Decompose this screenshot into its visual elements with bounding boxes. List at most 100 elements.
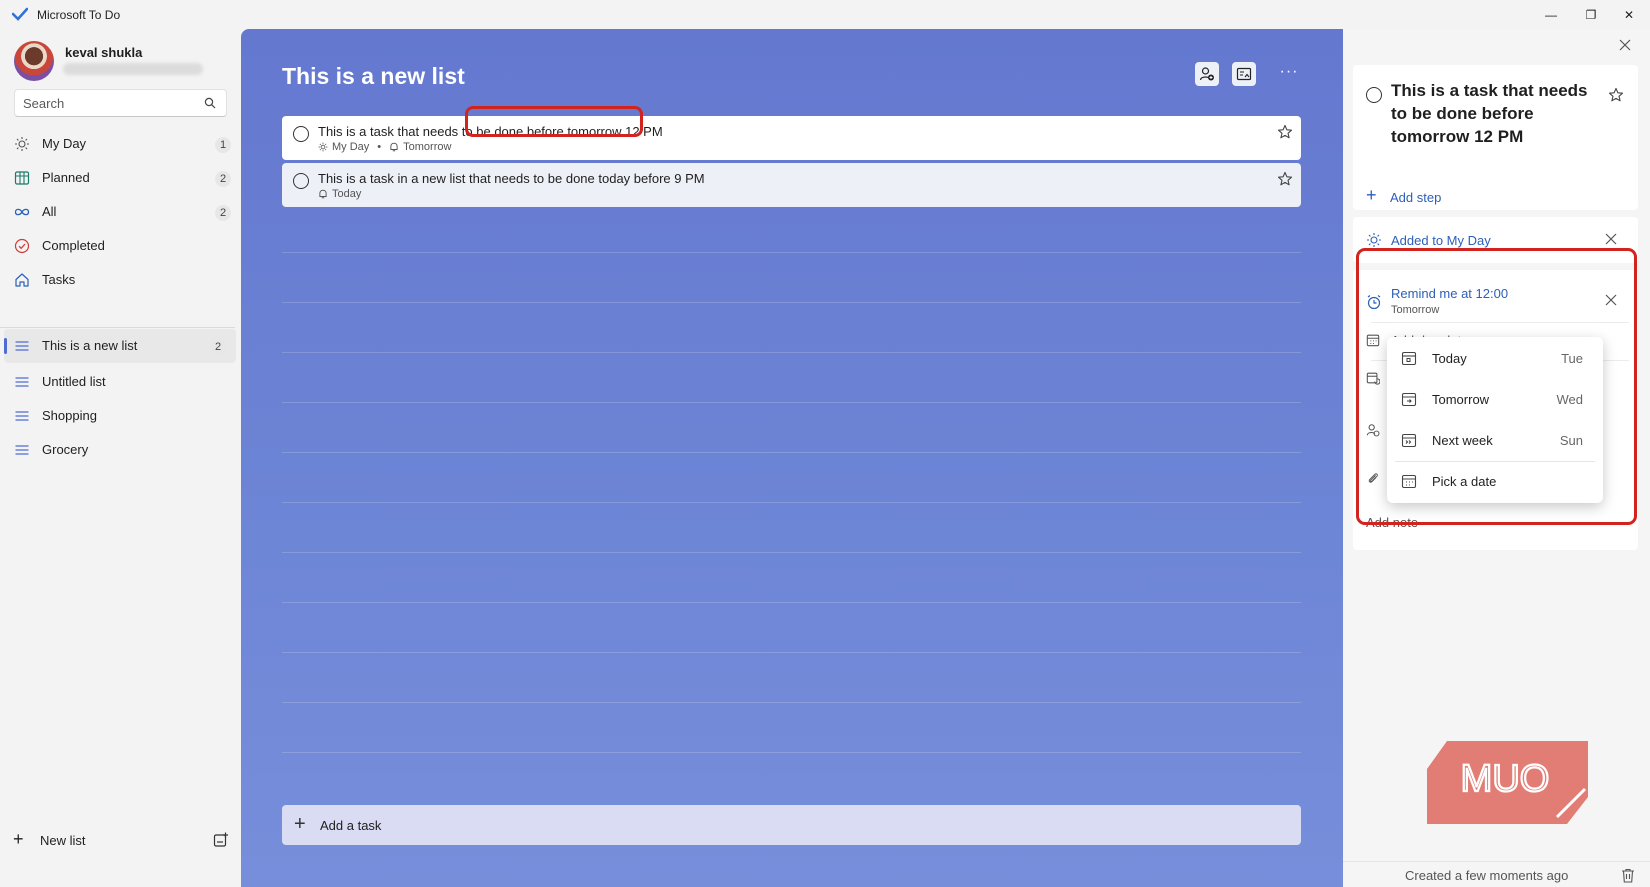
image-icon [1236, 67, 1252, 81]
due-option-day: Sun [1559, 433, 1583, 448]
close-window-button[interactable]: ✕ [1606, 0, 1650, 29]
task-item[interactable]: This is a task in a new list that needs … [282, 163, 1301, 207]
muo-watermark-logo: MUO [1427, 741, 1588, 824]
calendar-tomorrow-icon [1401, 392, 1417, 407]
due-option-label: Pick a date [1432, 474, 1497, 489]
task-item[interactable]: This is a task that needs to be done bef… [282, 116, 1301, 160]
row-separator [282, 402, 1301, 403]
complete-checkbox[interactable] [293, 126, 309, 142]
complete-checkbox[interactable] [293, 173, 309, 189]
sidebar-item-grocery[interactable]: Grocery [0, 433, 241, 467]
row-separator [282, 302, 1301, 303]
close-icon[interactable] [1619, 39, 1631, 51]
task-title-card: This is a task that needs to be done bef… [1353, 65, 1638, 210]
due-option-day: Tue [1561, 351, 1583, 366]
sidebar-item-label: Tasks [42, 272, 76, 287]
bell-icon [319, 189, 327, 199]
title-bar: Microsoft To Do — ❐ ✕ [0, 0, 1650, 29]
sidebar-item-my-day[interactable]: My Day 1 [0, 127, 241, 161]
todo-logo-icon [12, 7, 28, 21]
detail-task-title[interactable]: This is a task that needs to be done bef… [1391, 79, 1596, 148]
theme-button[interactable] [1232, 62, 1256, 86]
due-option-label: Tomorrow [1432, 392, 1490, 407]
add-task-label: Add a task [320, 818, 382, 833]
new-list-label: New list [40, 833, 86, 848]
calendar-next-week-icon [1401, 433, 1417, 448]
count-badge: 2 [215, 205, 231, 221]
list-title[interactable]: This is a new list [282, 63, 465, 90]
remove-icon[interactable] [1605, 233, 1617, 245]
count-badge: 2 [215, 171, 231, 187]
sidebar-item-planned[interactable]: Planned 2 [0, 161, 241, 195]
bell-icon [390, 142, 398, 152]
sidebar-item-label: Untitled list [42, 374, 106, 389]
sidebar-item-label: Grocery [42, 442, 89, 457]
avatar[interactable] [14, 41, 54, 81]
task-list-pane: This is a new list ··· This is a task th… [241, 29, 1343, 887]
person-add-icon [1199, 67, 1214, 81]
due-option-label: Next week [1432, 433, 1493, 448]
row-separator [282, 352, 1301, 353]
new-list-button[interactable]: + New list [0, 822, 241, 858]
complete-checkbox[interactable] [1366, 87, 1382, 103]
sidebar-item-this-is-a-new-list[interactable]: This is a new list 2 [4, 329, 236, 363]
sidebar-item-label: Shopping [42, 408, 97, 423]
details-footer: Created a few moments ago [1343, 861, 1650, 887]
sidebar-item-label: All [42, 204, 57, 219]
sidebar-item-completed[interactable]: Completed [0, 229, 241, 263]
due-option-tomorrow[interactable]: Tomorrow Wed [1387, 378, 1603, 419]
row-separator [282, 552, 1301, 553]
calendar-today-icon [1401, 351, 1417, 366]
infinity-icon [14, 208, 30, 216]
plus-icon: + [1366, 185, 1377, 205]
meta-separator: • [377, 141, 382, 153]
task-meta: My Day • Tomorrow [318, 141, 451, 153]
share-list-button[interactable] [1195, 62, 1219, 86]
due-option-next-week[interactable]: Next week Sun [1387, 419, 1603, 460]
due-option-label: Today [1432, 351, 1467, 366]
reminder-tag: Tomorrow [403, 141, 452, 153]
row-separator [282, 702, 1301, 703]
search-box[interactable] [14, 89, 227, 117]
star-icon[interactable] [1608, 87, 1624, 103]
trash-icon[interactable] [1621, 868, 1635, 883]
due-option-day: Wed [1556, 392, 1584, 407]
sidebar-item-label: Completed [42, 238, 105, 253]
count-badge: 2 [210, 339, 226, 355]
calendar-icon [1401, 474, 1417, 489]
sidebar-item-shopping[interactable]: Shopping [0, 399, 241, 433]
star-icon[interactable] [1277, 124, 1293, 140]
sidebar-item-untitled-list[interactable]: Untitled list [0, 365, 241, 399]
created-label: Created a few moments ago [1405, 868, 1569, 883]
search-input[interactable] [15, 90, 195, 116]
plus-icon: + [13, 829, 24, 849]
user-name[interactable]: keval shukla [65, 45, 142, 60]
list-icon [15, 411, 29, 421]
sidebar-item-tasks[interactable]: Tasks [0, 263, 241, 297]
task-title: This is a task in a new list that needs … [318, 171, 705, 186]
due-option-pick-a-date[interactable]: Pick a date [1387, 460, 1603, 501]
sidebar-item-all[interactable]: All 2 [0, 195, 241, 229]
highlight-annotation [465, 106, 643, 137]
check-circle-icon [14, 238, 30, 254]
due-option-today[interactable]: Today Tue [1387, 337, 1603, 378]
plus-icon: + [294, 813, 306, 835]
list-icon [15, 341, 29, 351]
calendar-grid-icon [14, 171, 30, 185]
new-group-icon[interactable] [213, 832, 229, 848]
search-icon[interactable] [204, 97, 216, 109]
sun-icon [15, 137, 29, 151]
due-date-menu: Today Tue Tomorrow Wed Next week Sun Pic… [1387, 337, 1603, 503]
row-separator [282, 252, 1301, 253]
home-icon [15, 273, 29, 287]
add-task-input[interactable]: + Add a task [282, 805, 1301, 845]
more-options-button[interactable]: ··· [1277, 63, 1301, 87]
row-separator [282, 602, 1301, 603]
sun-icon [318, 142, 328, 152]
muo-watermark-text: MUO [1461, 758, 1550, 800]
star-icon[interactable] [1277, 171, 1293, 187]
sun-icon [1367, 233, 1381, 247]
add-step-button[interactable]: Add step [1390, 190, 1441, 205]
count-badge: 1 [215, 137, 231, 153]
selection-indicator [4, 338, 7, 354]
